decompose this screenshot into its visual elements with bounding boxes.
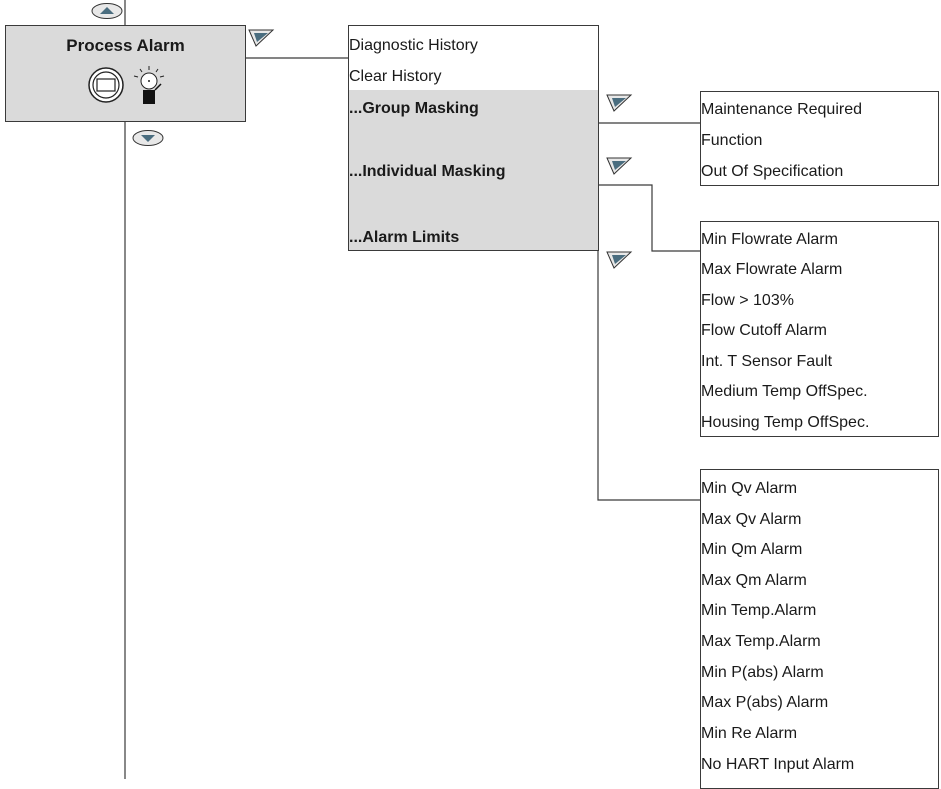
list-item[interactable]: Min Temp.Alarm — [701, 602, 816, 620]
list-item[interactable]: Min Qm Alarm — [701, 541, 802, 559]
list-item[interactable]: Maintenance Required — [701, 101, 862, 119]
enter-arrow-button-icon[interactable] — [604, 249, 634, 271]
list-item[interactable]: No HART Input Alarm — [701, 756, 854, 774]
list-item[interactable]: Housing Temp OffSpec. — [701, 414, 869, 432]
list-item[interactable]: Flow Cutoff Alarm — [701, 322, 827, 340]
list-item[interactable]: Min Flowrate Alarm — [701, 231, 838, 249]
process-alarm-title: Process Alarm — [66, 36, 185, 55]
down-arrow-button-icon[interactable] — [131, 129, 165, 147]
list-item[interactable]: Max Temp.Alarm — [701, 633, 821, 651]
menu-item-individual-masking[interactable]: ...Individual Masking — [349, 163, 505, 181]
list-item[interactable]: Medium Temp OffSpec. — [701, 383, 868, 401]
alarm-limits-list: Min Qv Alarm Max Qv Alarm Min Qm Alarm M… — [700, 469, 939, 789]
list-item[interactable]: Max Qv Alarm — [701, 511, 801, 529]
list-item[interactable]: Flow > 103% — [701, 292, 794, 310]
list-item[interactable]: Max Qm Alarm — [701, 572, 807, 590]
list-item[interactable]: Min Qv Alarm — [701, 480, 797, 498]
enter-arrow-button-icon[interactable] — [604, 92, 634, 114]
enter-arrow-button-icon[interactable] — [246, 27, 276, 49]
list-item[interactable]: Int. T Sensor Fault — [701, 353, 832, 371]
individual-masking-list: Min Flowrate Alarm Max Flowrate Alarm Fl… — [700, 221, 939, 437]
connector-individual-masking — [598, 184, 700, 252]
connector-alarm-limits — [597, 238, 700, 501]
menu-item-group-masking[interactable]: ...Group Masking — [349, 100, 479, 118]
up-arrow-button-icon[interactable] — [90, 2, 124, 20]
list-item[interactable]: Out Of Specification — [701, 163, 843, 181]
list-item[interactable]: Min Re Alarm — [701, 725, 797, 743]
group-masking-list: Maintenance Required Function Out Of Spe… — [700, 91, 939, 186]
list-item[interactable]: Max Flowrate Alarm — [701, 261, 842, 279]
menu-item-diagnostic-history[interactable]: Diagnostic History — [349, 37, 478, 55]
transmitter-with-alarm-lamp-icon — [88, 66, 165, 104]
enter-arrow-button-icon[interactable] — [604, 155, 634, 177]
process-alarm-box[interactable]: Process Alarm — [5, 25, 246, 122]
menu-item-alarm-limits[interactable]: ...Alarm Limits — [349, 229, 459, 247]
process-alarm-submenu: Diagnostic History Clear History ...Grou… — [348, 25, 599, 251]
menu-item-clear-history[interactable]: Clear History — [349, 68, 441, 86]
list-item[interactable]: Min P(abs) Alarm — [701, 664, 824, 682]
list-item[interactable]: Function — [701, 132, 762, 150]
list-item[interactable]: Max P(abs) Alarm — [701, 694, 828, 712]
